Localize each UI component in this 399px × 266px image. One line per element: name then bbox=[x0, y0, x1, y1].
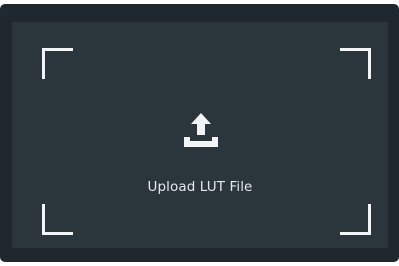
frame-corner-top-left bbox=[42, 48, 73, 79]
upload-label: Upload LUT File bbox=[147, 179, 253, 195]
frame-corner-bottom-right bbox=[340, 204, 371, 235]
upload-panel: Upload LUT File bbox=[0, 4, 399, 262]
frame-corner-bottom-left bbox=[42, 204, 73, 235]
upload-icon bbox=[184, 113, 218, 147]
frame-corner-top-right bbox=[340, 48, 371, 79]
upload-dropzone[interactable]: Upload LUT File bbox=[12, 22, 388, 248]
